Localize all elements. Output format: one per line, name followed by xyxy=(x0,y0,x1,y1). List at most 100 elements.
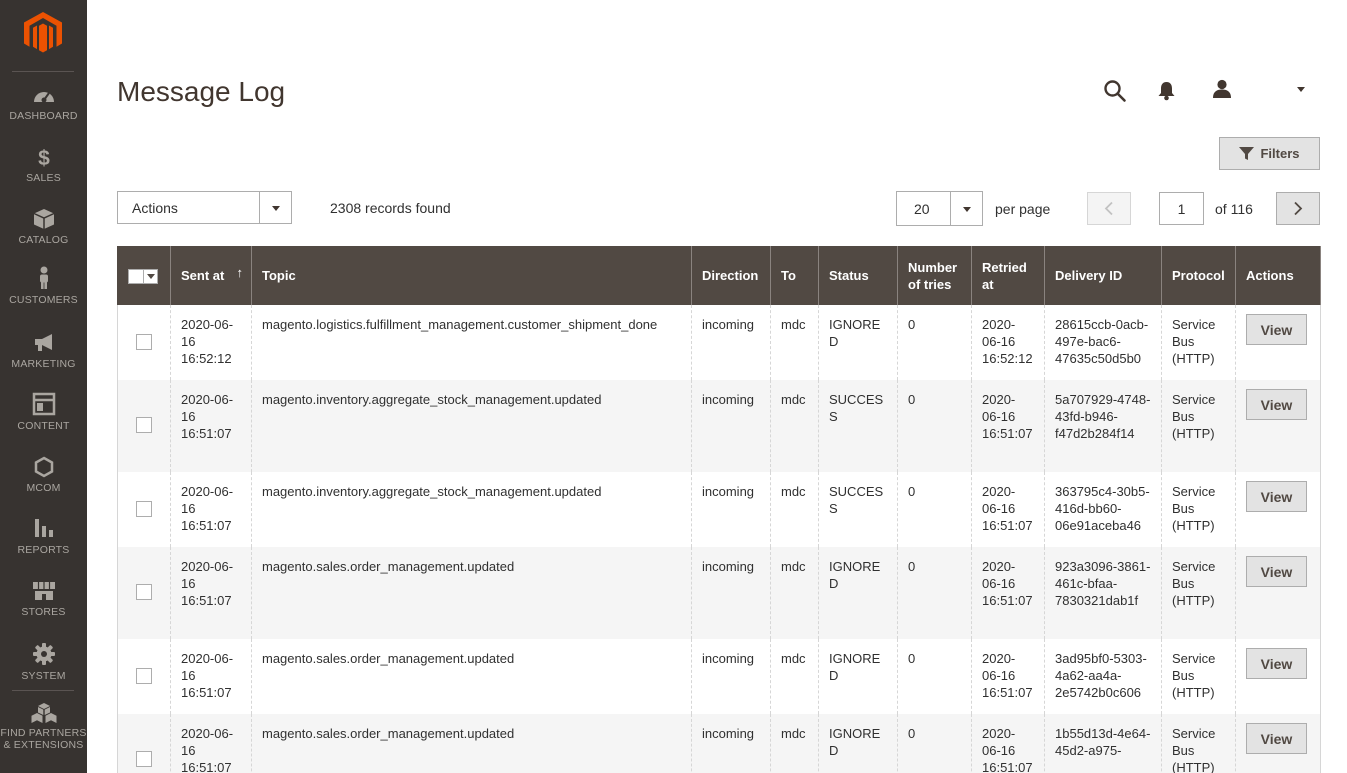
table-row: 2020-06-16 16:51:07 magento.sales.order_… xyxy=(117,714,1321,773)
column-header-delivery-id[interactable]: Delivery ID xyxy=(1044,246,1162,305)
retried-at-cell: 2020-06-16 16:51:07 xyxy=(971,639,1045,714)
column-header-topic[interactable]: Topic xyxy=(251,246,692,305)
column-header-protocol[interactable]: Protocol xyxy=(1161,246,1236,305)
status-cell: IGNORED xyxy=(818,639,898,714)
sidebar-item-content[interactable]: CONTENT xyxy=(0,392,87,454)
bell-icon[interactable] xyxy=(1157,81,1176,101)
sidebar-item-sales[interactable]: $ SALES xyxy=(0,146,87,208)
chevron-down-icon xyxy=(147,274,155,280)
sidebar-item-find-partners[interactable]: FIND PARTNERS & EXTENSIONS xyxy=(0,702,87,762)
sent-at-cell: 2020-06-16 16:51:07 xyxy=(170,472,252,547)
store-icon xyxy=(32,582,55,600)
row-checkbox[interactable] xyxy=(136,584,152,600)
row-checkbox[interactable] xyxy=(136,751,152,767)
per-page-select[interactable]: 20 xyxy=(896,191,983,226)
protocol-cell: Service Bus (HTTP) xyxy=(1161,714,1236,773)
sidebar-item-label: FIND PARTNERS xyxy=(0,727,87,739)
column-header-retried-at[interactable]: Retried at xyxy=(971,246,1045,305)
page-title: Message Log xyxy=(117,76,286,107)
column-header-direction[interactable]: Direction xyxy=(691,246,771,305)
sidebar-item-label: CONTENT xyxy=(17,420,70,432)
total-pages: of 116 xyxy=(1215,201,1253,217)
column-header-number-of-tries[interactable]: Number of tries xyxy=(897,246,972,305)
filters-button-label: Filters xyxy=(1260,146,1300,161)
sent-at-cell: 2020-06-16 16:51:07 xyxy=(170,714,252,773)
sidebar-item-stores[interactable]: STORES xyxy=(0,580,87,642)
column-header-status[interactable]: Status xyxy=(818,246,898,305)
column-header-to[interactable]: To xyxy=(770,246,819,305)
column-header-label: Topic xyxy=(262,268,296,283)
previous-page-button[interactable] xyxy=(1087,192,1131,225)
to-cell: mdc xyxy=(770,305,819,380)
topic-cell: magento.sales.order_management.updated xyxy=(251,547,692,639)
mass-actions-toggle[interactable] xyxy=(259,192,291,223)
view-button[interactable]: View xyxy=(1246,389,1307,420)
column-header-label: Protocol xyxy=(1172,268,1225,283)
mass-actions-select[interactable]: Actions xyxy=(117,191,292,224)
search-icon[interactable] xyxy=(1103,79,1127,103)
next-page-button[interactable] xyxy=(1276,192,1320,225)
table-row: 2020-06-16 16:51:07 magento.sales.order_… xyxy=(117,547,1321,639)
sidebar-item-label: MARKETING xyxy=(11,358,76,370)
current-page-input[interactable] xyxy=(1159,192,1204,225)
row-select-cell xyxy=(117,547,171,639)
view-button[interactable]: View xyxy=(1246,314,1307,345)
view-button[interactable]: View xyxy=(1246,556,1307,587)
per-page-value: 20 xyxy=(914,201,930,217)
protocol-cell: Service Bus (HTTP) xyxy=(1161,472,1236,547)
row-checkbox[interactable] xyxy=(136,668,152,684)
per-page-toggle[interactable] xyxy=(950,192,982,225)
row-checkbox[interactable] xyxy=(136,334,152,350)
column-header-label: Number of tries xyxy=(908,259,958,292)
sent-at-cell: 2020-06-16 16:51:07 xyxy=(170,547,252,639)
sidebar-item-customers[interactable]: CUSTOMERS xyxy=(0,266,87,328)
column-header-sent-at[interactable]: Sent at ↑ xyxy=(170,246,252,305)
sidebar-item-marketing[interactable]: MARKETING xyxy=(0,332,87,394)
retried-at-cell: 2020-06-16 16:51:07 xyxy=(971,714,1045,773)
sidebar-divider xyxy=(12,71,74,72)
row-checkbox[interactable] xyxy=(136,501,152,517)
filters-button[interactable]: Filters xyxy=(1219,137,1320,170)
view-button[interactable]: View xyxy=(1246,723,1307,754)
direction-cell: incoming xyxy=(691,380,771,472)
sidebar-item-system[interactable]: SYSTEM xyxy=(0,642,87,704)
actions-cell: View xyxy=(1235,714,1321,773)
status-cell: IGNORED xyxy=(818,305,898,380)
sidebar-item-catalog[interactable]: CATALOG xyxy=(0,208,87,270)
protocol-cell: Service Bus (HTTP) xyxy=(1161,639,1236,714)
account-dropdown-chevron-icon[interactable] xyxy=(1297,87,1305,92)
retried-at-cell: 2020-06-16 16:51:07 xyxy=(971,547,1045,639)
message-log-grid: Sent at ↑ Topic Direction To Status Numbe… xyxy=(117,246,1321,773)
chevron-down-icon xyxy=(962,206,971,212)
magento-logo-icon[interactable] xyxy=(24,12,62,54)
sidebar-item-mcom[interactable]: MCOM xyxy=(0,456,87,518)
row-checkbox[interactable] xyxy=(136,417,152,433)
column-header-label: Sent at xyxy=(181,268,225,283)
status-cell: IGNORED xyxy=(818,547,898,639)
sidebar-item-reports[interactable]: REPORTS xyxy=(0,516,87,578)
user-account-icon[interactable] xyxy=(1212,79,1232,99)
delivery-id-cell: 5a707929-4748-43fd-b946-f47d2b284f14 xyxy=(1044,380,1162,472)
hexagon-icon xyxy=(34,456,53,478)
dashboard-icon xyxy=(33,92,54,103)
to-cell: mdc xyxy=(770,472,819,547)
topic-cell: magento.inventory.aggregate_stock_manage… xyxy=(251,472,692,547)
sidebar-item-label: CATALOG xyxy=(18,234,69,246)
view-button[interactable]: View xyxy=(1246,481,1307,512)
column-header-label: Direction xyxy=(702,268,759,283)
column-header-label: Actions xyxy=(1246,268,1294,283)
tries-cell: 0 xyxy=(897,547,972,639)
retried-at-cell: 2020-06-16 16:51:07 xyxy=(971,472,1045,547)
table-row: 2020-06-16 16:51:07 magento.sales.order_… xyxy=(117,639,1321,714)
mass-actions-label: Actions xyxy=(132,200,178,216)
mass-select-checkbox[interactable] xyxy=(128,269,158,285)
delivery-id-cell: 3ad95bf0-5303-4a62-aa4a-2e5742b0c606 xyxy=(1044,639,1162,714)
view-button[interactable]: View xyxy=(1246,648,1307,679)
sidebar-item-dashboard[interactable]: DASHBOARD xyxy=(0,86,87,148)
delivery-id-cell: 923a3096-3861-461c-bfaa-7830321dab1f xyxy=(1044,547,1162,639)
sidebar-item-label: CUSTOMERS xyxy=(9,294,78,306)
sidebar-item-label: STORES xyxy=(21,606,66,618)
column-header-label: Retried at xyxy=(982,259,1027,292)
protocol-cell: Service Bus (HTTP) xyxy=(1161,380,1236,472)
to-cell: mdc xyxy=(770,380,819,472)
